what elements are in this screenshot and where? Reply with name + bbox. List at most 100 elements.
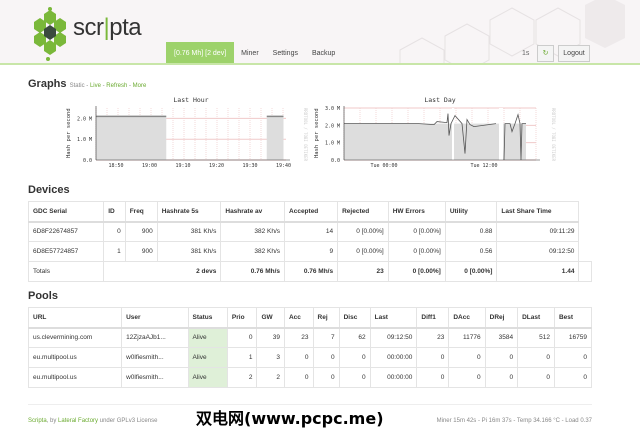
pool-row[interactable]: us.clevermining.com 12ZjzaAJb1... Alive 0 39… [27,327,593,348]
column-header: Last Share Time [496,201,580,223]
table-cell: 23 [416,327,450,348]
x-tick-label: 19:20 [209,163,224,169]
y-tick-label: 2.0 M [77,116,92,122]
table-cell: 0 [517,367,555,388]
table-cell: 00:00:00 [369,367,418,388]
graphs-heading: Graphs Static - Live - Refresh - More [28,78,147,90]
table-cell: 11776 [448,327,486,348]
table-cell: 381 Kh/s [156,241,222,262]
y-tick-label: 1.0 M [325,141,340,147]
column-header: ID [103,201,126,223]
table-cell: eu.multipool.us [27,367,123,388]
devices-heading: Devices [28,184,70,196]
column-header: Disc [338,307,371,329]
table-cell: 0 [553,347,593,368]
table-cell: 7 [312,327,340,348]
chart-last-day: 0.0 1.0 M 2.0 M 3.0 M Last Day Hash per secon… [314,96,556,169]
pools-table: URL User Status Prio GW Acc Rej Disc Last Diff1 DA… [27,307,593,388]
watermark: 双电网(www.pcpc.me) [196,409,384,428]
status-badge: Alive [187,367,228,388]
column-header: Last [369,307,418,329]
scripta-link[interactable]: Scripta [28,418,47,424]
table-cell: 0 [0.00%] [387,241,446,262]
pool-row[interactable]: eu.multipool.us w0lfiesmith... Alive 2 2 0 0 0 0… [27,367,593,388]
refresh-button[interactable]: ↻ [537,45,554,62]
table-cell: 1.44 [496,261,580,282]
link-static: Static [69,83,85,89]
pools-heading: Pools [28,290,58,302]
chart-title: Last Day [424,96,455,104]
column-header: Accepted [284,201,339,223]
status-badge: Alive [187,347,228,368]
logout-button[interactable]: Logout [558,45,590,62]
gap [499,108,503,160]
table-cell: 0 [517,347,555,368]
column-header: Best [553,307,593,329]
nav-settings[interactable]: Settings [266,42,305,63]
logo-text: scr|pta [73,14,142,41]
table-cell: 0.76 Mh/s [220,261,286,282]
table-cell: 2 devs [103,261,222,282]
link-refresh[interactable]: Refresh [106,83,127,89]
table-cell: 1 [103,241,126,262]
table-cell: 0.76 Mh/s [284,261,339,282]
table-cell: 0 [484,367,519,388]
table-cell: 23 [337,261,389,282]
table-cell: 0 [484,347,519,368]
x-tick-label: Tue 00:00 [370,163,397,169]
table-cell: 0 [448,347,486,368]
y-tick-label: 0.0 [331,158,340,164]
totals-label: Totals [27,261,105,282]
table-cell: 512 [517,327,555,348]
link-live[interactable]: Live [90,83,101,89]
table-cell: 0 [0.00%] [337,241,389,262]
y-tick-label: 2.0 M [325,123,340,129]
column-header: DLast [517,307,555,329]
table-cell: w0lfiesmith... [121,367,189,388]
column-header: Diff1 [416,307,450,329]
link-more[interactable]: More [133,83,147,89]
chart-title: Last Hour [173,96,208,104]
table-cell: us.clevermining.com [27,327,123,348]
device-row[interactable]: 6D8F22674857 0 900 381 Kh/s 382 Kh/s 14 0 [0.0… [27,221,592,242]
table-cell: 3584 [484,327,519,348]
x-tick-label: 19:30 [242,163,257,169]
y-tick-label: 3.0 M [325,106,340,112]
table-cell: 0 [0.00%] [387,261,446,282]
table-cell: 900 [124,221,158,242]
table-cell: 00:00:00 [369,347,418,368]
x-tick-label: Tue 12:00 [470,163,497,169]
table-cell: 0 [338,367,371,388]
x-tick-label: 19:10 [175,163,190,169]
lateral-factory-link[interactable]: Lateral Factory [58,418,98,424]
hashrate-area [266,116,284,160]
device-row[interactable]: 6D8E57724857 1 900 381 Kh/s 382 Kh/s 9 0 [0.00… [27,241,592,262]
empty-cell [578,261,592,282]
table-cell: 381 Kh/s [156,221,222,242]
table-cell: 900 [124,241,158,262]
pool-row[interactable]: eu.multipool.us w0lfiesmith... Alive 1 3 0 0 0 0… [27,347,593,368]
refresh-interval[interactable]: 1s [522,50,529,57]
column-header: Hashrate av [220,201,286,223]
nav-backup[interactable]: Backup [305,42,342,63]
column-header: GDC Serial [27,201,105,223]
nav-miner[interactable]: Miner [234,42,266,63]
table-cell: 0 [312,367,340,388]
x-tick-label: 18:50 [108,163,123,169]
table-cell: 39 [256,327,285,348]
table-cell: 0 [312,347,340,368]
table-cell: 382 Kh/s [220,241,286,262]
y-tick-label: 0.0 [83,158,92,164]
x-tick-label: 19:00 [142,163,157,169]
table-cell: 9 [284,241,339,262]
refresh-icon: ↻ [542,50,549,57]
table-cell: 0 [338,347,371,368]
system-status: Miner 15m 42s - Pi 16m 37s - Temp 34.166… [436,418,592,424]
table-cell: 14 [284,221,339,242]
x-tick-label: 19:40 [276,163,291,169]
column-header: DAcc [448,307,486,329]
y-axis-label: Hash per second [314,108,320,158]
table-cell: 16759 [553,327,593,348]
nav-status[interactable]: [0.76 Mh] [2 dev] [166,42,235,63]
table-cell: w0lfiesmith... [121,347,189,368]
